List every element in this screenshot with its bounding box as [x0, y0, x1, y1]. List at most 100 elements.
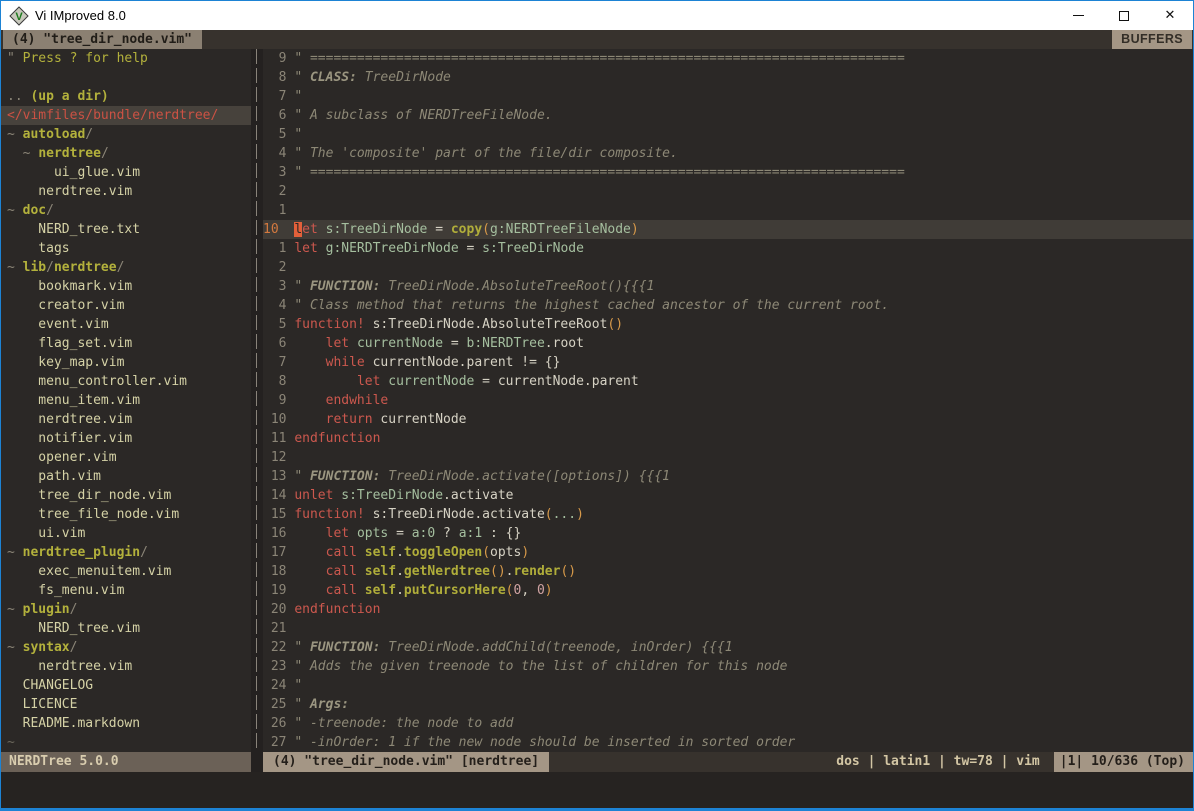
tree-item[interactable]: tree_file_node.vim [1, 505, 251, 524]
token-n [349, 526, 357, 541]
tree-item-selected[interactable]: </vimfiles/bundle/nerdtree/ [1, 106, 251, 125]
tree-item[interactable]: CHANGELOG [1, 676, 251, 695]
token-n [294, 526, 325, 541]
code-line[interactable]: 13 " FUNCTION: TreeDirNode.activate([opt… [263, 467, 1193, 486]
tree-item[interactable]: event.vim [1, 315, 251, 334]
code-line[interactable]: 25 " Args: [263, 695, 1193, 714]
tree-item[interactable]: ~ nerdtree_plugin/ [1, 543, 251, 562]
code-line[interactable]: 16 let opts = a:0 ? a:1 : {} [263, 524, 1193, 543]
tree-item[interactable]: opener.vim [1, 448, 251, 467]
code-line[interactable]: 2 [263, 182, 1193, 201]
code-line[interactable]: 8 let currentNode = currentNode.parent [263, 372, 1193, 391]
tree-item[interactable]: nerdtree.vim [1, 657, 251, 676]
tree-item[interactable]: ui_glue.vim [1, 163, 251, 182]
code-line[interactable]: 1 [263, 201, 1193, 220]
code-line[interactable]: 7 " [263, 87, 1193, 106]
tree-item[interactable]: flag_set.vim [1, 334, 251, 353]
token-n: = [388, 526, 411, 541]
tree-item[interactable]: tree_dir_node.vim [1, 486, 251, 505]
tree-item[interactable]: ui.vim [1, 524, 251, 543]
code-line[interactable]: 19 call self.putCursorHere(0, 0) [263, 581, 1193, 600]
code-line[interactable]: 15 function! s:TreeDirNode.activate(...) [263, 505, 1193, 524]
code-line[interactable]: 6 " A subclass of NERDTreeFileNode. [263, 106, 1193, 125]
tree-item[interactable]: ~ syntax/ [1, 638, 251, 657]
tree-item[interactable]: exec_menuitem.vim [1, 562, 251, 581]
tree-item[interactable]: fs_menu.vim [1, 581, 251, 600]
code-line[interactable]: 24 " [263, 676, 1193, 695]
token-k: while [326, 355, 365, 370]
code-line[interactable]: 6 let currentNode = b:NERDTree.root [263, 334, 1193, 353]
code-line[interactable]: 23 " Adds the given treenode to the list… [263, 657, 1193, 676]
tree-item[interactable]: LICENCE [1, 695, 251, 714]
code-line[interactable]: 3 " ====================================… [263, 163, 1193, 182]
svg-text:V: V [15, 11, 23, 23]
token-file: LICENCE [7, 697, 77, 712]
token-file: menu_item.vim [7, 393, 140, 408]
tree-item[interactable]: bookmark.vim [1, 277, 251, 296]
token-file: creator.vim [7, 298, 124, 313]
code-line[interactable]: 1 let g:NERDTreeDirNode = s:TreeDirNode [263, 239, 1193, 258]
code-line[interactable]: 7 while currentNode.parent != {} [263, 353, 1193, 372]
tree-item[interactable]: key_map.vim [1, 353, 251, 372]
code-line[interactable]: 4 " Class method that returns the highes… [263, 296, 1193, 315]
token-gray: ~ [7, 203, 23, 218]
tree-item[interactable]: nerdtree.vim [1, 410, 251, 429]
code-line[interactable]: 20 endfunction [263, 600, 1193, 619]
token-gray: / [70, 602, 78, 617]
tree-item[interactable]: NERD_tree.txt [1, 220, 251, 239]
tree-item[interactable]: ~ doc/ [1, 201, 251, 220]
tree-item[interactable]: menu_item.vim [1, 391, 251, 410]
tree-item[interactable]: ~ plugin/ [1, 600, 251, 619]
close-button[interactable]: ✕ [1147, 1, 1193, 30]
code-line[interactable]: 10 return currentNode [263, 410, 1193, 429]
vim-window: V Vi IMproved 8.0 ✕ (4) "tree_dir_node.v… [0, 0, 1194, 811]
code-line[interactable]: 11 endfunction [263, 429, 1193, 448]
code-line[interactable]: 18 call self.getNerdtree().render() [263, 562, 1193, 581]
tree-item[interactable]: tags [1, 239, 251, 258]
code-line[interactable]: 14 unlet s:TreeDirNode.activate [263, 486, 1193, 505]
tree-item[interactable]: .. (up a dir) [1, 87, 251, 106]
tree-item[interactable]: ~ lib/nerdtree/ [1, 258, 251, 277]
tree-item[interactable] [1, 68, 251, 87]
maximize-button[interactable] [1101, 1, 1147, 30]
window-split-separator[interactable] [251, 49, 263, 752]
code-line[interactable]: 21 [263, 619, 1193, 638]
tree-item[interactable]: notifier.vim [1, 429, 251, 448]
tree-item[interactable]: creator.vim [1, 296, 251, 315]
tree-item[interactable]: ~ autoload/ [1, 125, 251, 144]
code-line[interactable]: 26 " -treenode: the node to add [263, 714, 1193, 733]
code-line[interactable]: 9 " ====================================… [263, 49, 1193, 68]
token-i: g:NERDTreeDirNode [326, 241, 459, 256]
line-number: 10 [263, 222, 294, 237]
code-line[interactable]: 8 " CLASS: TreeDirNode [263, 68, 1193, 87]
code-line[interactable]: 4 " The 'composite' part of the file/dir… [263, 144, 1193, 163]
code-line[interactable]: 3 " FUNCTION: TreeDirNode.AbsoluteTreeRo… [263, 277, 1193, 296]
tree-item[interactable]: menu_controller.vim [1, 372, 251, 391]
command-line[interactable] [1, 772, 1193, 808]
code-line[interactable]: 27 " -inOrder: 1 if the new node should … [263, 733, 1193, 752]
tree-item[interactable]: README.markdown [1, 714, 251, 733]
tree-item[interactable]: nerdtree.vim [1, 182, 251, 201]
code-line[interactable]: 22 " FUNCTION: TreeDirNode.addChild(tree… [263, 638, 1193, 657]
token-p: () [560, 564, 576, 579]
line-number: 19 [263, 583, 294, 598]
code-line[interactable]: 17 call self.toggleOpen(opts) [263, 543, 1193, 562]
token-n: currentNode.parent != {} [365, 355, 561, 370]
code-line[interactable]: 2 [263, 258, 1193, 277]
code-line[interactable]: 12 [263, 448, 1193, 467]
token-gray: ~ [7, 545, 23, 560]
tree-item[interactable]: ~ nerdtree/ [1, 144, 251, 163]
token-n: . [396, 545, 404, 560]
line-number: 25 [263, 697, 294, 712]
tab-tree-dir-node[interactable]: (4) "tree_dir_node.vim" [3, 30, 202, 49]
code-line[interactable]: 5 " [263, 125, 1193, 144]
tree-item[interactable]: NERD_tree.vim [1, 619, 251, 638]
tree-item[interactable]: path.vim [1, 467, 251, 486]
minimize-button[interactable] [1055, 1, 1101, 30]
token-k: et [302, 222, 318, 237]
tree-item[interactable]: ~ [1, 733, 251, 752]
tree-item[interactable]: " Press ? for help [1, 49, 251, 68]
code-line-current[interactable]: 10 let s:TreeDirNode = copy(g:NERDTreeFi… [263, 220, 1193, 239]
code-line[interactable]: 5 function! s:TreeDirNode.AbsoluteTreeRo… [263, 315, 1193, 334]
code-line[interactable]: 9 endwhile [263, 391, 1193, 410]
